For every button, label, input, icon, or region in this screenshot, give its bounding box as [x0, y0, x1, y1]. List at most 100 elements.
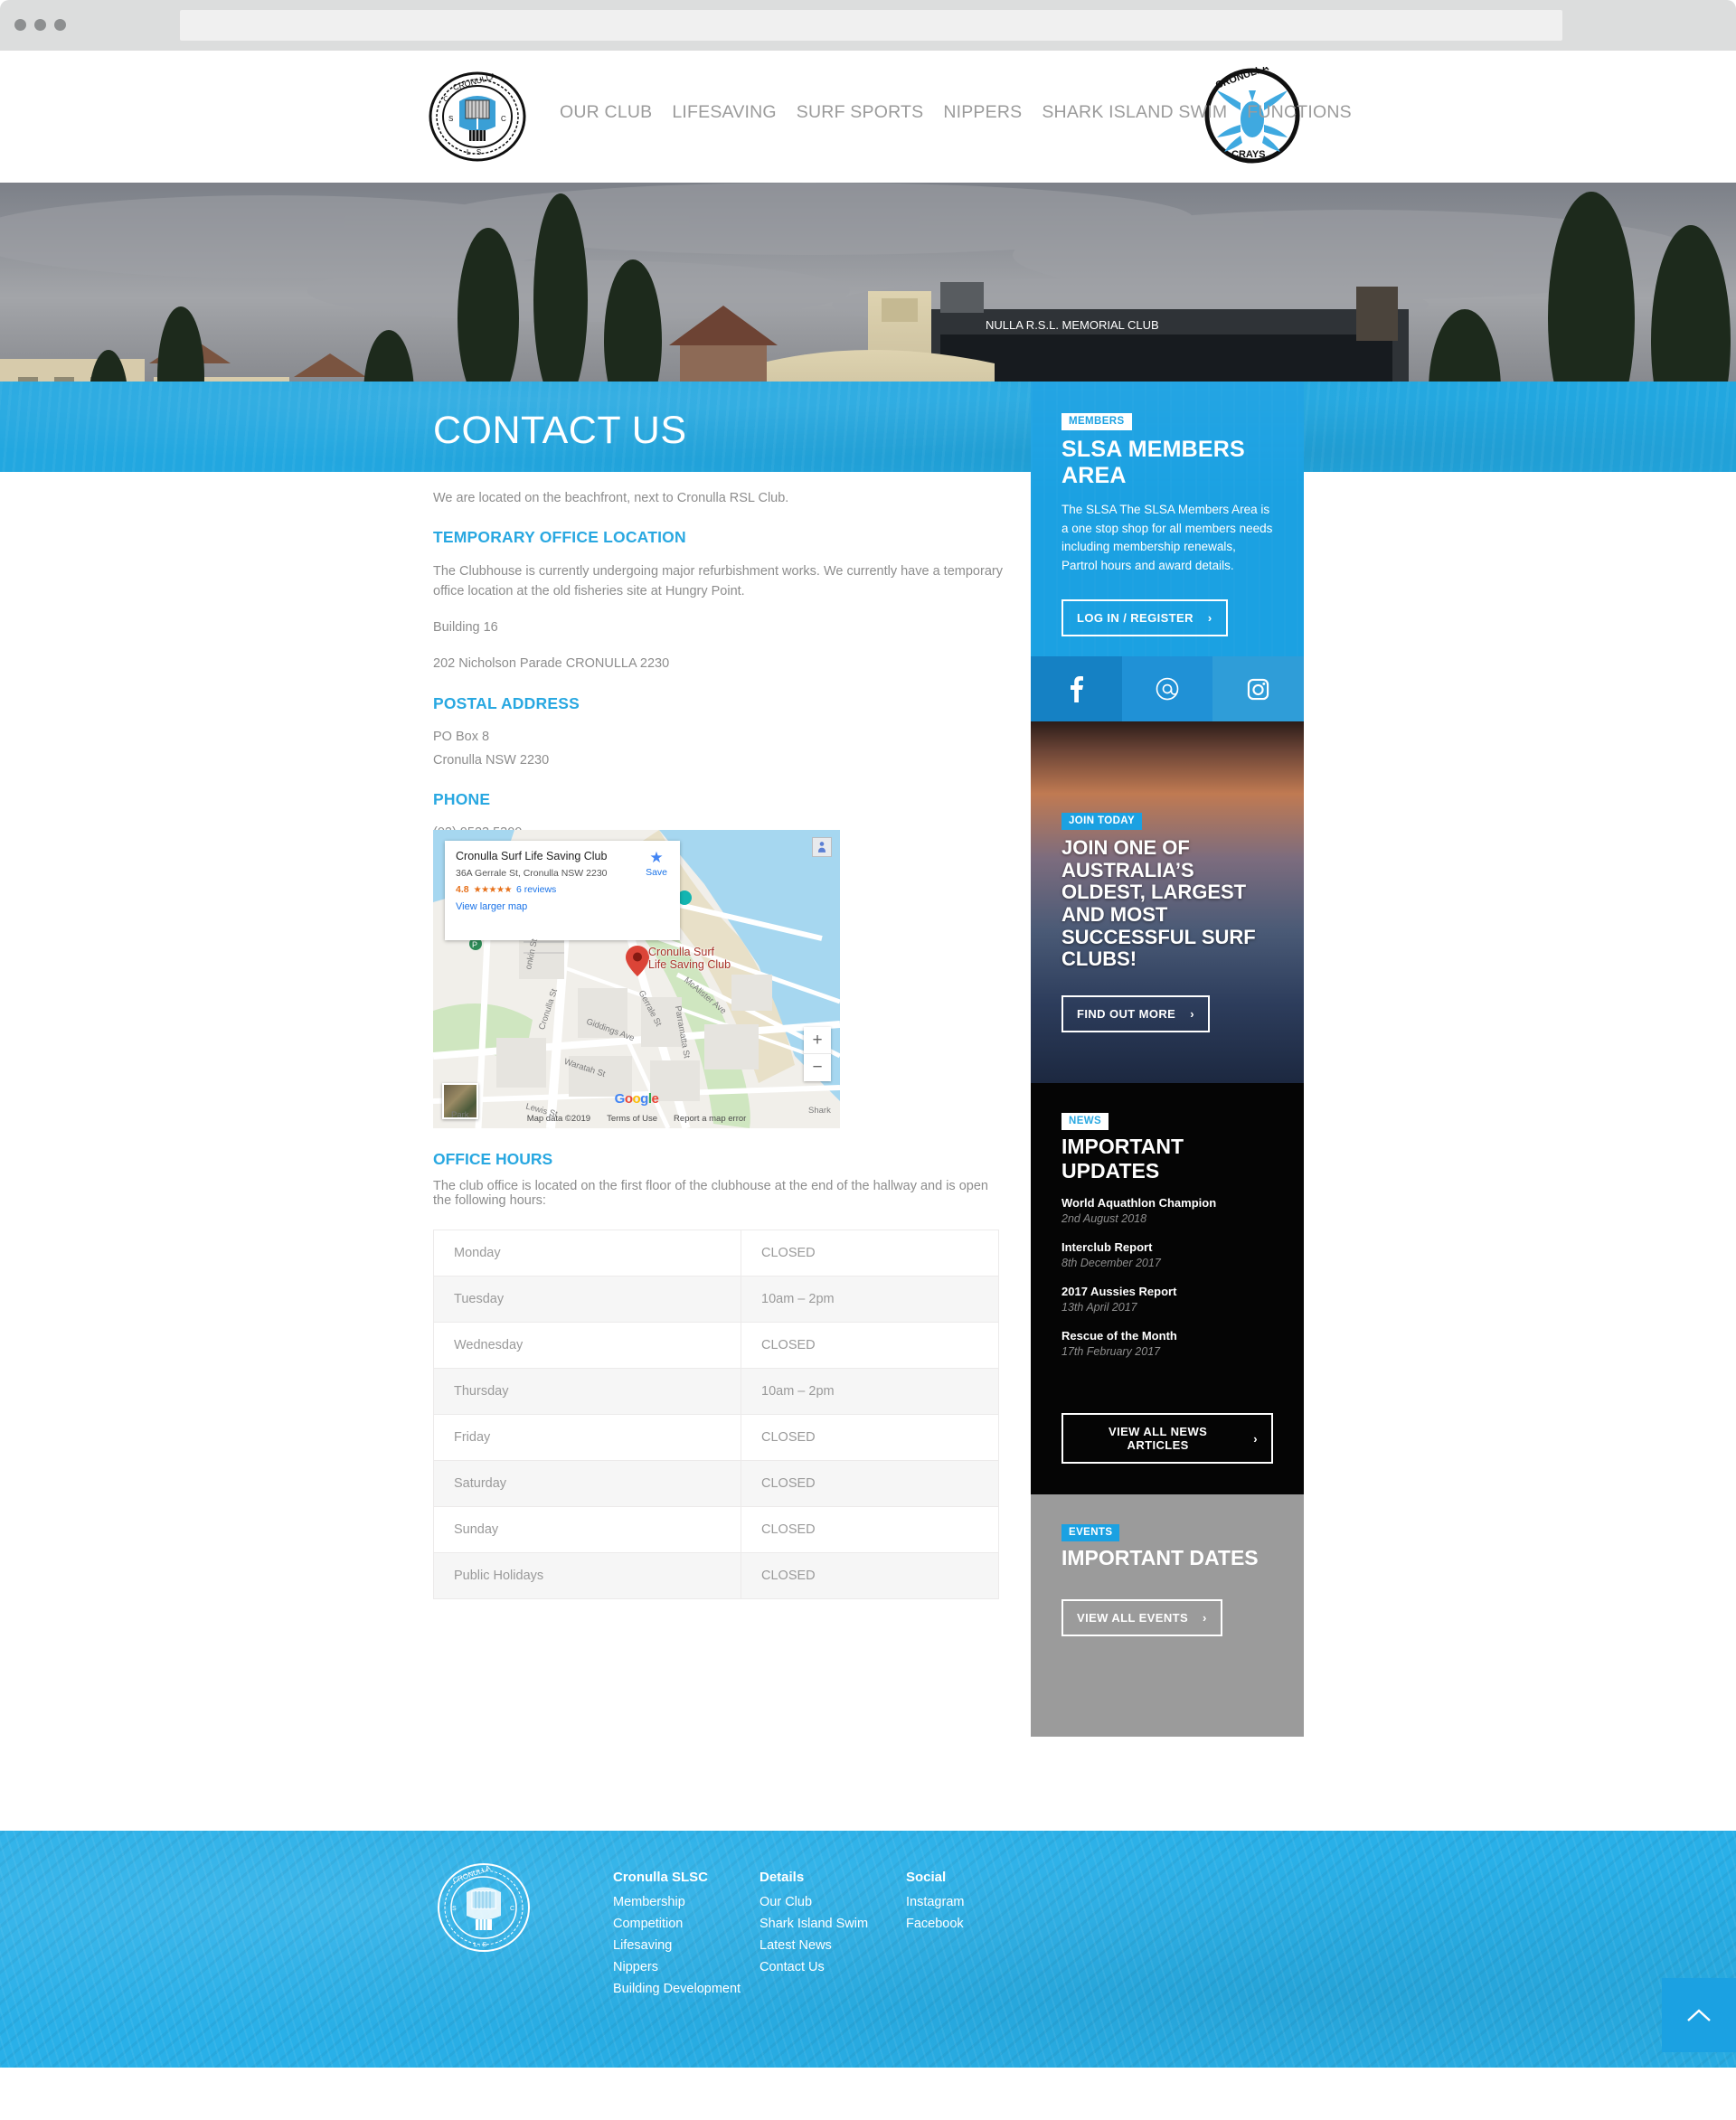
footer-link[interactable]: Contact Us: [760, 1960, 906, 1974]
find-out-more-label: FIND OUT MORE: [1077, 1006, 1176, 1021]
footer-link[interactable]: Our Club: [760, 1895, 906, 1909]
reviews-link[interactable]: 6 reviews: [516, 884, 556, 895]
nav-item-nippers[interactable]: NIPPERS: [933, 102, 1032, 123]
map-footer-links: Map data ©2019 Terms of Use Report a map…: [433, 1114, 840, 1124]
main-navigation[interactable]: OUR CLUB LIFESAVING SURF SPORTS NIPPERS …: [550, 102, 1362, 123]
google-logo: Google: [614, 1091, 659, 1107]
svg-text:C: C: [510, 1906, 514, 1912]
svg-text:L . S: L . S: [474, 1942, 486, 1948]
nav-item-our-club[interactable]: OUR CLUB: [550, 102, 662, 123]
email-at-icon[interactable]: [1121, 656, 1213, 721]
map-attribution: Map data ©2019: [526, 1114, 591, 1124]
hours-time-cell: CLOSED: [741, 1552, 999, 1599]
copyright-bar: [0, 2068, 1736, 2120]
nav-item-shark-island-swim[interactable]: SHARK ISLAND SWIM: [1032, 102, 1237, 123]
footer-link[interactable]: Instagram: [906, 1895, 1052, 1909]
instagram-icon[interactable]: [1212, 656, 1305, 721]
svg-text:L . S: L . S: [467, 148, 481, 156]
view-larger-map-link[interactable]: View larger map: [456, 901, 669, 912]
footer-link[interactable]: Membership: [613, 1895, 760, 1909]
back-to-top-button[interactable]: [1662, 1978, 1736, 2052]
find-out-more-button[interactable]: FIND OUT MORE ›: [1061, 994, 1210, 1032]
footer-link[interactable]: Latest News: [760, 1938, 906, 1953]
map-zoom-in-button[interactable]: +: [804, 1027, 831, 1054]
window-minimize-dot[interactable]: [34, 19, 46, 31]
club-logo-left[interactable]: C S C L . S CRONULLA: [427, 71, 528, 163]
hours-day-cell: Wednesday: [433, 1322, 741, 1369]
view-all-events-button[interactable]: VIEW ALL EVENTS ›: [1061, 1599, 1222, 1636]
news-list-item[interactable]: Rescue of the Month 17th February 2017: [1061, 1329, 1273, 1358]
events-tag: EVENTS: [1061, 1524, 1120, 1541]
temporary-office-body: The Clubhouse is currently undergoing ma…: [433, 563, 1003, 599]
map-card-title: Cronulla Surf Life Saving Club: [456, 850, 608, 862]
window-close-dot[interactable]: [14, 19, 26, 31]
footer-link[interactable]: Nippers: [613, 1960, 760, 1974]
map-road-label: Shark: [808, 1106, 831, 1116]
google-map-embed[interactable]: P Cronulla Surf Life Saving Club Cronull…: [433, 830, 840, 1128]
map-terms-link[interactable]: Terms of Use: [607, 1114, 657, 1124]
save-place-button[interactable]: ★ Save: [646, 850, 667, 878]
street-view-pegman-icon[interactable]: [812, 837, 832, 857]
map-zoom-out-button[interactable]: −: [804, 1054, 831, 1081]
footer-link[interactable]: Building Development: [613, 1982, 760, 1996]
chevron-right-icon: ›: [1207, 611, 1212, 626]
footer-link[interactable]: Facebook: [906, 1917, 1052, 1931]
nav-item-surf-sports[interactable]: SURF SPORTS: [787, 102, 934, 123]
table-row: Monday CLOSED: [433, 1230, 999, 1277]
svg-text:S: S: [448, 115, 453, 123]
map-card-address: 36A Gerrale St, Cronulla NSW 2230: [456, 868, 608, 879]
browser-chrome: [0, 0, 1736, 51]
map-report-link[interactable]: Report a map error: [674, 1114, 746, 1124]
footer-link[interactable]: Competition: [613, 1917, 760, 1931]
heading-postal-address: POSTAL ADDRESS: [433, 693, 580, 712]
po-city-line: Cronulla NSW 2230: [433, 752, 550, 768]
save-label: Save: [646, 867, 667, 878]
nav-item-functions[interactable]: FUNCTIONS: [1237, 102, 1362, 123]
news-item-title: Rescue of the Month: [1061, 1329, 1177, 1343]
view-all-news-button[interactable]: VIEW ALL NEWS ARTICLES ›: [1061, 1413, 1273, 1464]
right-sidebar: MEMBERS SLSA MEMBERS AREA The SLSA The S…: [1031, 382, 1305, 1737]
join-today-panel: JOIN TODAY JOIN ONE OF AUSTRALIA’S OLDES…: [1031, 721, 1304, 1083]
map-zoom-controls[interactable]: + −: [804, 1027, 831, 1081]
social-links-row[interactable]: [1031, 656, 1305, 721]
login-register-label: LOG IN / REGISTER: [1077, 611, 1194, 626]
facebook-icon[interactable]: [1031, 656, 1122, 721]
login-register-button[interactable]: LOG IN / REGISTER ›: [1061, 599, 1228, 637]
nav-item-lifesaving[interactable]: LIFESAVING: [662, 102, 786, 123]
table-row: Sunday CLOSED: [433, 1506, 999, 1553]
rating-stars-icon: ★★★★★: [473, 884, 513, 895]
heading-temporary-office: TEMPORARY OFFICE LOCATION: [433, 528, 686, 547]
svg-text:CRONULLA: CRONULLA: [452, 1863, 493, 1885]
footer-link[interactable]: Shark Island Swim: [760, 1917, 906, 1931]
footer-link[interactable]: Lifesaving: [613, 1938, 760, 1953]
view-all-news-label: VIEW ALL NEWS ARTICLES: [1109, 1425, 1208, 1452]
news-list-item[interactable]: World Aquathlon Champion 2nd August 2018: [1061, 1196, 1273, 1225]
news-panel: NEWS IMPORTANT UPDATES World Aquathlon C…: [1031, 1083, 1304, 1494]
hours-time-cell: 10am – 2pm: [741, 1276, 999, 1323]
office-hours-section: OFFICE HOURS The club office is located …: [433, 1150, 1005, 1599]
chevron-right-icon: ›: [1190, 1006, 1194, 1021]
map-location-pin[interactable]: [626, 946, 649, 981]
office-hours-table: Monday CLOSED Tuesday 10am – 2pm Wednesday CL…: [433, 1230, 999, 1599]
address-bar[interactable]: [180, 10, 1562, 41]
page-title-band: [0, 382, 1736, 472]
hours-time-cell: CLOSED: [741, 1460, 999, 1507]
table-row: Public Holidays CLOSED: [433, 1552, 999, 1599]
news-item-date: 17th February 2017: [1061, 1345, 1161, 1358]
map-info-card[interactable]: Cronulla Surf Life Saving Club 36A Gerra…: [445, 841, 680, 940]
page-title: CONTACT US: [433, 409, 687, 452]
hours-time-cell: CLOSED: [741, 1322, 999, 1369]
chevron-right-icon: ›: [1253, 1431, 1258, 1446]
hours-day-cell: Thursday: [433, 1368, 741, 1415]
news-list-item[interactable]: 2017 Aussies Report 13th April 2017: [1061, 1285, 1273, 1314]
members-body: The SLSA The SLSA Members Area is a one …: [1061, 503, 1273, 572]
news-list-item[interactable]: Interclub Report 8th December 2017: [1061, 1240, 1273, 1269]
events-heading: IMPORTANT DATES: [1061, 1546, 1259, 1569]
building-line: Building 16: [433, 619, 498, 635]
news-item-date: 13th April 2017: [1061, 1301, 1137, 1314]
members-tag: MEMBERS: [1061, 413, 1132, 430]
footer-club-logo[interactable]: CRONULLA S C L . S: [434, 1858, 533, 1957]
heading-phone: PHONE: [433, 790, 491, 809]
hours-day-cell: Tuesday: [433, 1276, 741, 1323]
window-maximize-dot[interactable]: [54, 19, 66, 31]
